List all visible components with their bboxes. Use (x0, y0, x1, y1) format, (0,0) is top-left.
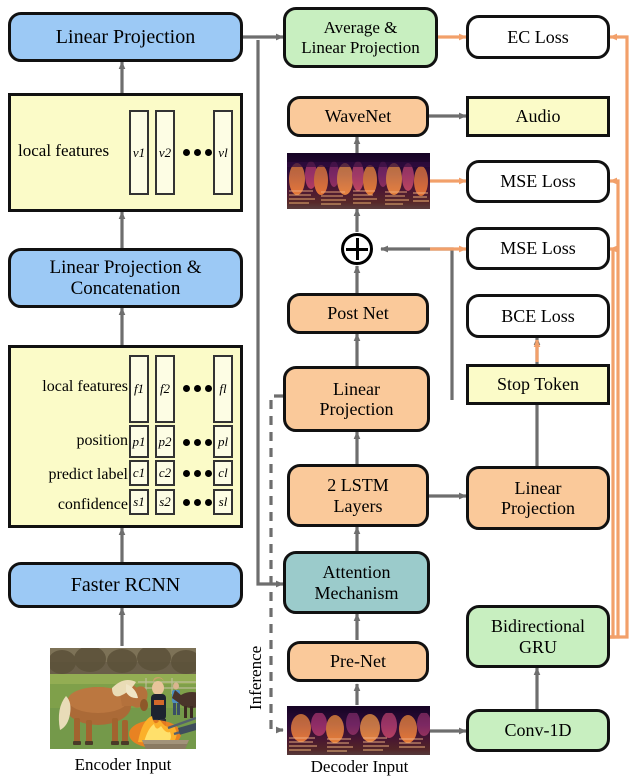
average-linear-projection-label: Average & Linear Projection (301, 18, 420, 57)
encoder-input-caption: Encoder Input (74, 755, 172, 774)
lstm-layers-box[interactable]: 2 LSTM Layers (287, 464, 429, 527)
detection-cell-pl: pl (213, 425, 233, 458)
bidirectional-gru-label: Bidirectional GRU (491, 616, 585, 657)
detection-cell-f1: f1 (129, 355, 149, 423)
audio-box[interactable]: Audio (466, 96, 610, 137)
detection-cell-fl: fl (213, 355, 233, 423)
detection-cell-c1: c1 (129, 460, 149, 486)
detection-cell-s1: s1 (129, 489, 149, 515)
visual-cell-v2: v2 (155, 110, 175, 195)
conv-1d-box[interactable]: Conv-1D (466, 709, 610, 752)
faster-rcnn-box[interactable]: Faster RCNN (8, 562, 243, 608)
attention-mechanism-box[interactable]: Attention Mechanism (283, 551, 430, 614)
detection-row-ellipsis-f (179, 377, 215, 399)
bce-loss-label: BCE Loss (501, 305, 575, 326)
decoder-linear-projection-label: Linear Projection (319, 378, 394, 419)
visual-features-row-label: local features (18, 141, 110, 160)
encoder-input-photo (48, 646, 198, 751)
detection-row-ellipsis-p (179, 431, 215, 453)
encoder-linear-projection-box[interactable]: Linear Projection (8, 12, 243, 62)
faster-rcnn-label: Faster RCNN (70, 573, 181, 596)
linear-projection-concatenation-box[interactable]: Linear Projection & Concatenation (8, 248, 243, 308)
lstm-layers-label: 2 LSTM Layers (327, 475, 389, 516)
detection-cell-f2: f2 (155, 355, 175, 423)
decoder-linear-projection-box[interactable]: Linear Projection (283, 366, 430, 432)
pre-net-label: Pre-Net (330, 651, 386, 672)
stop-token-label: Stop Token (497, 374, 579, 395)
linear-projection-concatenation-label: Linear Projection & Concatenation (49, 256, 202, 299)
bidirectional-gru-box[interactable]: Bidirectional GRU (466, 605, 610, 668)
conv-1d-label: Conv-1D (504, 720, 572, 741)
inference-label: Inference (246, 645, 265, 710)
detection-row-label-local-features: local features (42, 378, 128, 395)
visual-cell-v1: v1 (129, 110, 149, 195)
mse-loss-label-1: MSE Loss (500, 171, 576, 192)
detection-cell-p2: p2 (155, 425, 175, 458)
residual-add-icon (341, 233, 373, 265)
decoder-input-spectrogram (287, 706, 430, 755)
detection-row-label-position: position (76, 432, 128, 449)
visual-cell-vl: vl (213, 110, 233, 195)
wavenet-box[interactable]: WaveNet (287, 96, 429, 137)
mse-loss-label-2: MSE Loss (500, 238, 576, 259)
audio-label: Audio (515, 106, 561, 127)
stop-token-box[interactable]: Stop Token (466, 364, 610, 405)
detection-row-ellipsis-c (179, 462, 215, 484)
right-linear-projection-box[interactable]: Linear Projection (466, 466, 610, 530)
ec-loss-box[interactable]: EC Loss (466, 15, 610, 59)
detection-cell-sl: sl (213, 489, 233, 515)
encoder-linear-projection-label: Linear Projection (55, 25, 196, 48)
predicted-mel-spectrogram (287, 153, 430, 209)
pre-net-box[interactable]: Pre-Net (287, 641, 429, 682)
decoder-input-caption: Decoder Input (310, 757, 409, 776)
detection-cell-c2: c2 (155, 460, 175, 486)
diagram-canvas: Linear Projection local features v1 v2 v… (0, 0, 640, 781)
post-net-label: Post Net (327, 303, 389, 324)
detection-cell-cl: cl (213, 460, 233, 486)
detection-cell-p1: p1 (129, 425, 149, 458)
mse-loss-box-1[interactable]: MSE Loss (466, 160, 610, 203)
detection-row-ellipsis-s (179, 491, 215, 513)
detection-row-label-predict-label: predict label (48, 466, 128, 483)
detection-cell-s2: s2 (155, 489, 175, 515)
post-net-box[interactable]: Post Net (287, 293, 429, 334)
ec-loss-label: EC Loss (507, 26, 569, 47)
detection-row-label-confidence: confidence (57, 496, 128, 513)
right-linear-projection-label: Linear Projection (501, 477, 575, 518)
wavenet-label: WaveNet (324, 106, 392, 127)
attention-mechanism-label: Attention Mechanism (314, 562, 399, 603)
bce-loss-box[interactable]: BCE Loss (466, 294, 610, 338)
mse-loss-box-2[interactable]: MSE Loss (466, 227, 610, 270)
visual-features-ellipsis (179, 140, 215, 164)
average-linear-projection-box[interactable]: Average & Linear Projection (283, 7, 438, 68)
